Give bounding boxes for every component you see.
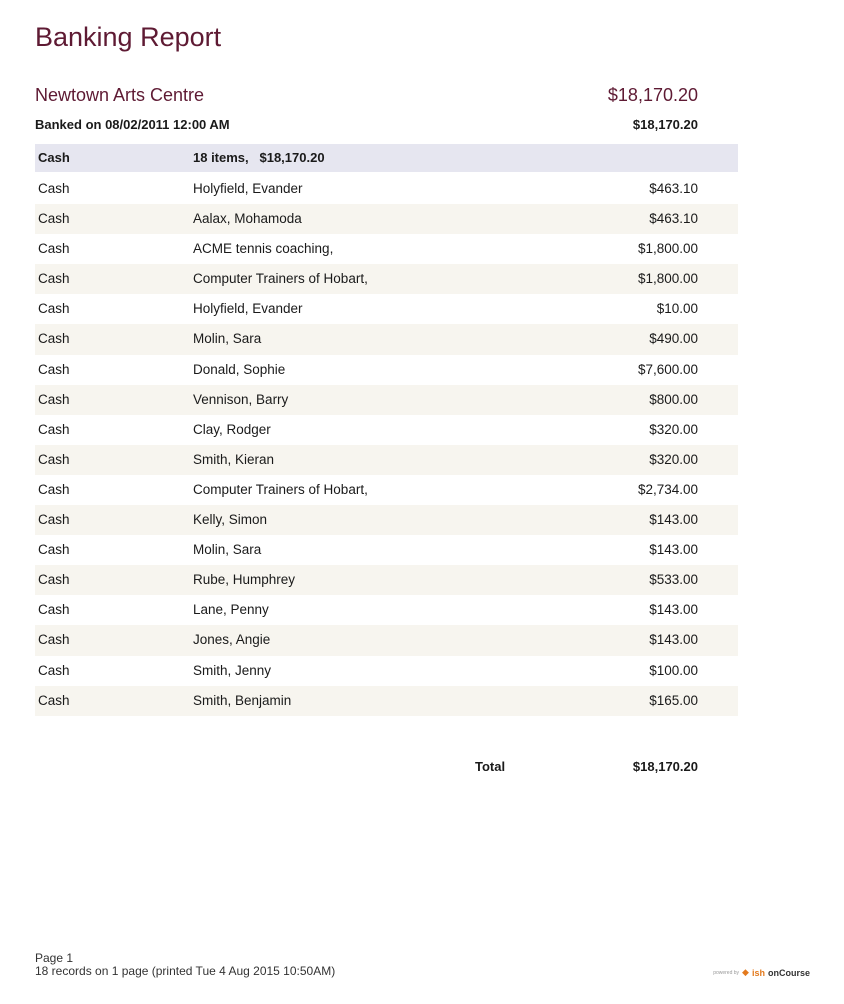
amount-cell: $1,800.00: [637, 241, 698, 257]
amount-cell: $143.00: [649, 632, 698, 648]
payment-type-cell: Cash: [38, 391, 70, 407]
powered-by-logo: powered by ◆ ish onCourse: [713, 967, 810, 978]
report-title: Banking Report: [35, 22, 222, 52]
table-row: Cash Smith, Benjamin $165.00: [35, 685, 738, 716]
payer-name-cell: Aalax, Mohamoda: [193, 211, 302, 227]
amount-cell: $143.00: [649, 602, 698, 618]
payment-type-cell: Cash: [38, 692, 70, 708]
payment-type-cell: Cash: [38, 211, 70, 227]
organisation-total: $18,170.20: [607, 85, 698, 105]
table-row: Cash Aalax, Mohamoda $463.10: [35, 204, 738, 235]
table-row: Cash Donald, Sophie $7,600.00: [35, 355, 738, 385]
organisation-row: Newtown Arts Centre $18,170.20: [35, 85, 698, 109]
payer-name-cell: Vennison, Barry: [193, 391, 289, 407]
payment-type-cell: Cash: [38, 301, 70, 317]
table-row: Cash Molin, Sara $490.00: [35, 324, 738, 355]
payer-name-cell: Holyfield, Evander: [193, 301, 303, 317]
payer-name-cell: Lane, Penny: [193, 602, 269, 618]
amount-cell: $143.00: [649, 512, 698, 528]
payment-type-cell: Cash: [38, 632, 70, 648]
total-row: Total $18,170.20: [35, 759, 698, 777]
payer-name-cell: Smith, Kieran: [193, 451, 275, 467]
payment-type-cell: Cash: [38, 481, 70, 497]
total-amount: $18,170.20: [632, 759, 698, 774]
total-label: Total: [475, 759, 506, 774]
amount-cell: $143.00: [649, 542, 698, 558]
payer-name-cell: Smith, Benjamin: [193, 692, 292, 708]
payment-type-cell: Cash: [38, 331, 70, 347]
page-footer: Page 1 18 records on 1 page (printed Tue…: [35, 952, 335, 978]
payer-name-cell: Computer Trainers of Hobart,: [193, 481, 368, 497]
table-row: Cash Smith, Jenny $100.00: [35, 656, 738, 686]
amount-cell: $320.00: [649, 421, 698, 437]
brand-oncourse: onCourse: [767, 967, 810, 978]
payment-rows-table: Cash Holyfield, Evander $463.10 Cash Aalax, …: [35, 174, 738, 716]
payment-type-cell: Cash: [38, 361, 70, 377]
table-row: Cash Vennison, Barry $800.00: [35, 384, 738, 415]
table-row: Cash Smith, Kieran $320.00: [35, 444, 738, 475]
table-row: Cash Holyfield, Evander $10.00: [35, 294, 738, 324]
table-row: Cash Molin, Sara $143.00: [35, 535, 738, 565]
payment-type-cell: Cash: [38, 271, 70, 287]
group-type: Cash: [38, 150, 70, 165]
table-row: Cash Rube, Humphrey $533.00: [35, 565, 738, 596]
banked-date-label: Banked on 08/02/2011 12:00 AM: [35, 117, 230, 132]
amount-cell: $2,734.00: [637, 481, 698, 497]
payer-name-cell: Donald, Sophie: [193, 361, 286, 377]
payment-type-cell: Cash: [38, 572, 70, 588]
payer-name-cell: Computer Trainers of Hobart,: [193, 271, 368, 287]
amount-cell: $1,800.00: [637, 271, 698, 287]
payer-name-cell: Holyfield, Evander: [193, 181, 303, 196]
ish-logo-icon: ◆: [742, 967, 749, 977]
amount-cell: $7,600.00: [637, 361, 698, 377]
amount-cell: $800.00: [649, 391, 698, 407]
payment-type-cell: Cash: [38, 512, 70, 528]
amount-cell: $10.00: [656, 301, 698, 317]
amount-cell: $533.00: [649, 572, 698, 588]
amount-cell: $320.00: [649, 451, 698, 467]
table-row: Cash Computer Trainers of Hobart, $1,800.0…: [35, 264, 738, 295]
payment-type-cell: Cash: [38, 602, 70, 618]
payer-name-cell: Clay, Rodger: [193, 421, 271, 437]
powered-by-text: powered by: [713, 969, 740, 976]
payment-type-cell: Cash: [38, 542, 70, 558]
payer-name-cell: Molin, Sara: [193, 542, 262, 558]
payer-name-cell: Jones, Angie: [193, 632, 271, 648]
payer-name-cell: ACME tennis coaching,: [193, 241, 334, 257]
group-summary: 18 items, $18,170.20: [193, 150, 325, 165]
table-row: Cash Lane, Penny $143.00: [35, 595, 738, 625]
brand-ish: ish: [751, 967, 765, 978]
payment-type-cell: Cash: [38, 451, 70, 467]
payment-type-cell: Cash: [38, 662, 70, 678]
table-row: Cash Kelly, Simon $143.00: [35, 505, 738, 536]
payer-name-cell: Kelly, Simon: [193, 512, 268, 528]
payment-type-cell: Cash: [38, 421, 70, 437]
group-header-row: Cash 18 items, $18,170.20: [35, 144, 738, 172]
payment-type-cell: Cash: [38, 241, 70, 257]
payer-name-cell: Molin, Sara: [193, 331, 262, 347]
payer-name-cell: Smith, Jenny: [193, 662, 272, 678]
payer-name-cell: Rube, Humphrey: [193, 572, 296, 588]
amount-cell: $463.10: [649, 211, 698, 227]
payment-type-cell: Cash: [38, 181, 70, 196]
table-row: Cash Clay, Rodger $320.00: [35, 415, 738, 445]
banked-amount: $18,170.20: [632, 117, 698, 132]
amount-cell: $490.00: [649, 331, 698, 347]
amount-cell: $165.00: [649, 692, 698, 708]
amount-cell: $100.00: [649, 662, 698, 678]
records-summary: 18 records on 1 page (printed Tue 4 Aug …: [35, 964, 336, 978]
organisation-name: Newtown Arts Centre: [35, 85, 205, 105]
table-row: Cash Jones, Angie $143.00: [35, 625, 738, 656]
table-row: Cash ACME tennis coaching, $1,800.00: [35, 234, 738, 264]
table-row: Cash Holyfield, Evander $463.10: [35, 174, 738, 204]
amount-cell: $463.10: [649, 181, 698, 196]
table-row: Cash Computer Trainers of Hobart, $2,734.0…: [35, 475, 738, 505]
banked-row: Banked on 08/02/2011 12:00 AM $18,170.20: [35, 117, 698, 135]
